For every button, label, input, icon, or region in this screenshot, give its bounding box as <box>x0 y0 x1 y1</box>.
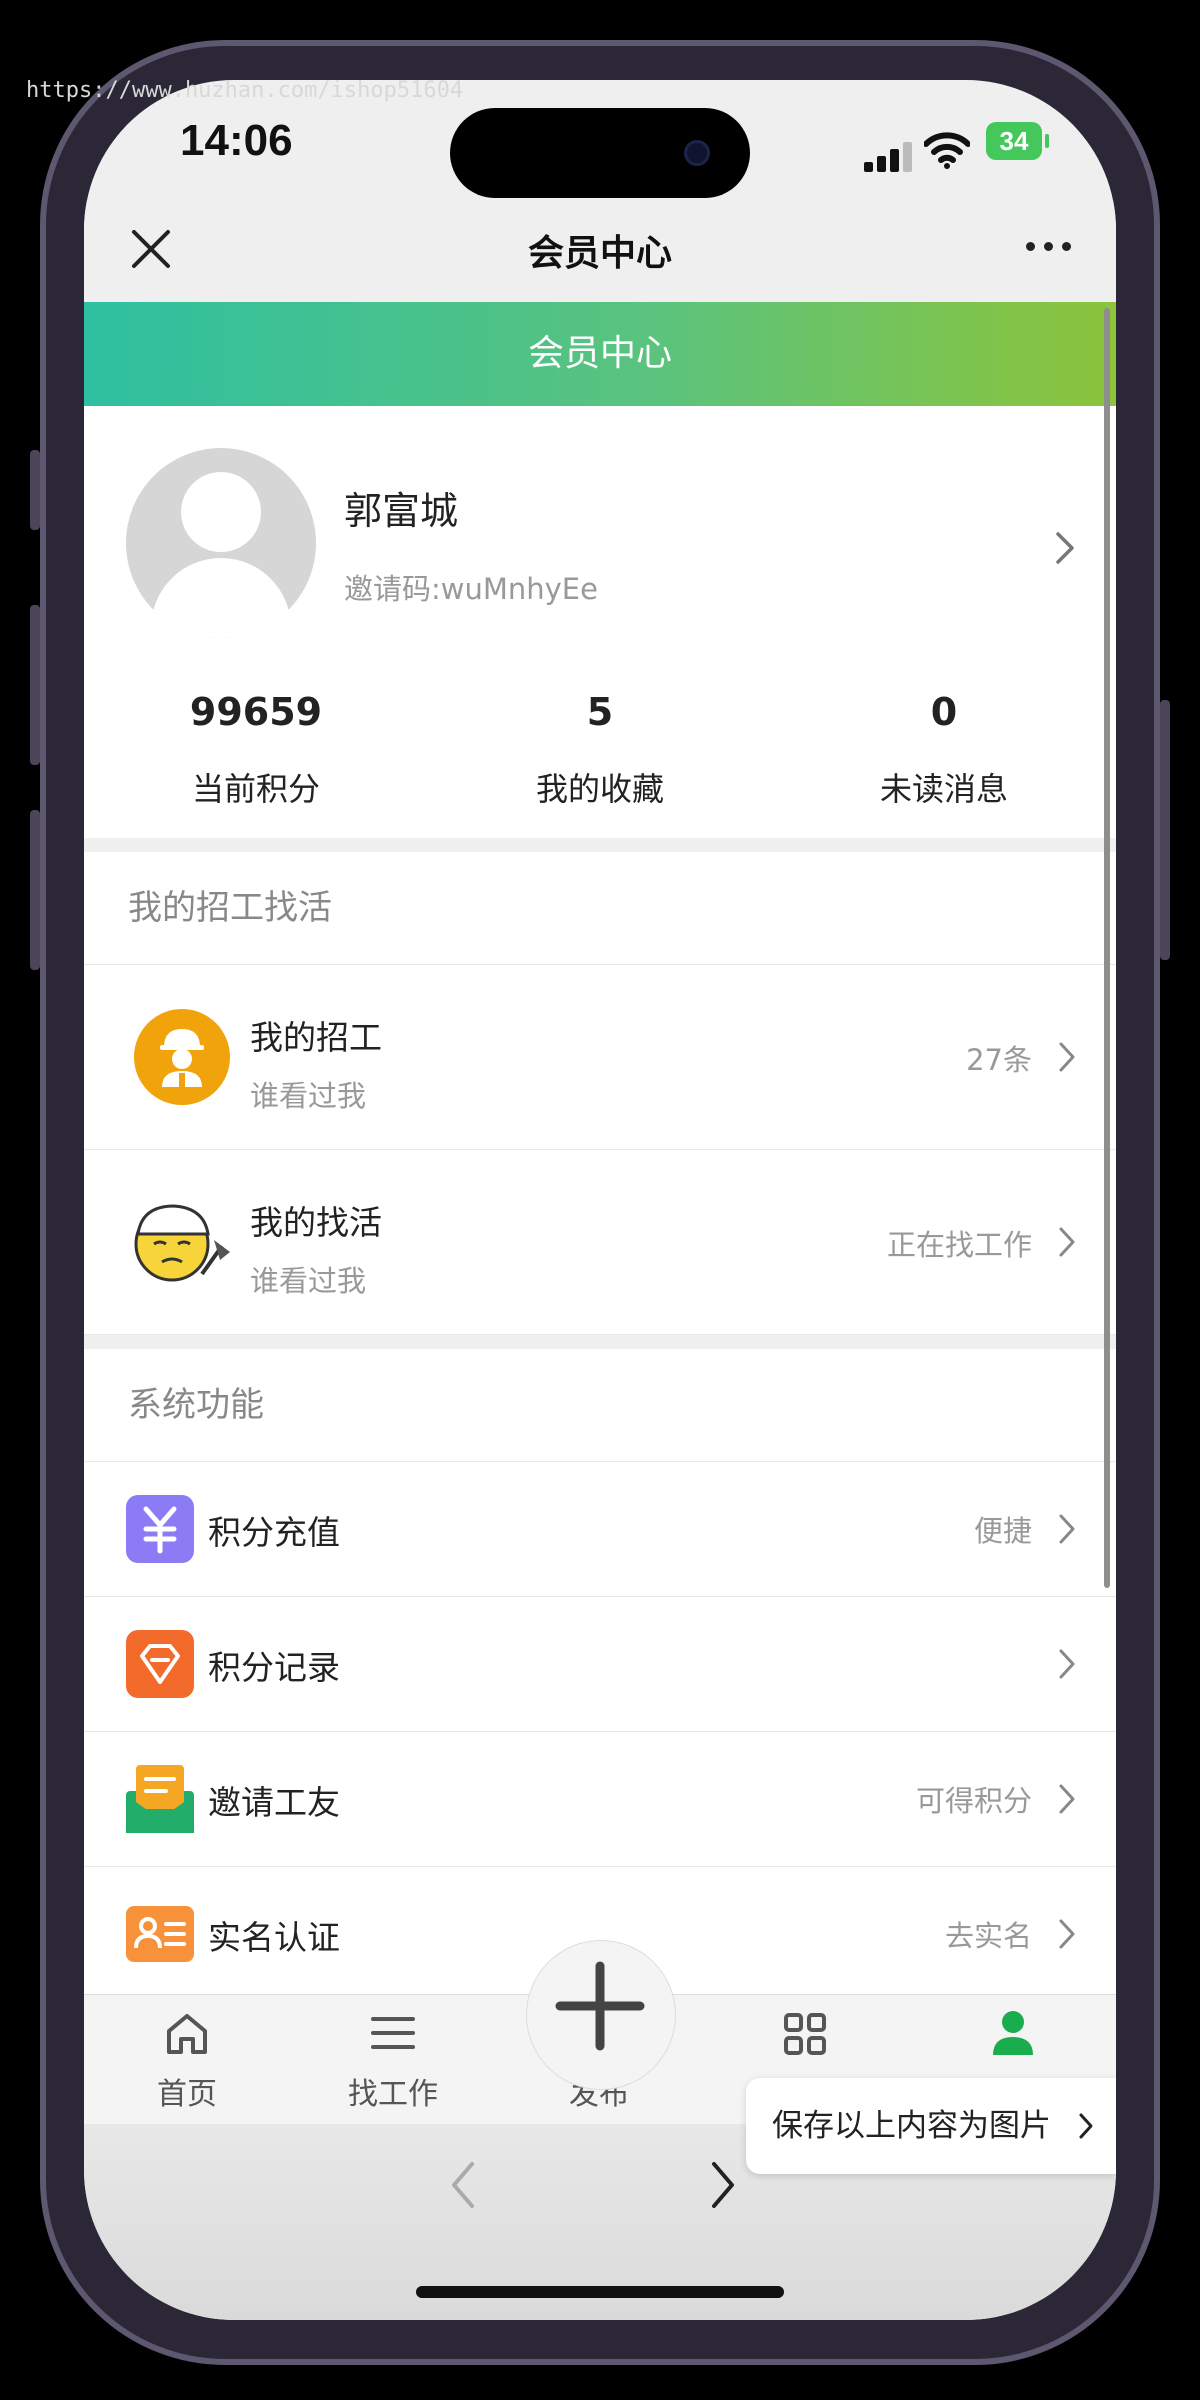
forward-chevron-icon[interactable] <box>708 2160 738 2210</box>
back-chevron-icon[interactable] <box>448 2160 478 2210</box>
watermark-url: https://www.huzhan.com/ishop51604 <box>26 78 464 103</box>
chevron-right-icon <box>1059 1514 1075 1544</box>
section-title: 我的招工找活 <box>84 852 1116 965</box>
list-item-my-job-search[interactable]: 我的找活 谁看过我 正在找工作 <box>84 1150 1116 1335</box>
envelope-icon <box>126 1765 194 1833</box>
silent-switch <box>30 450 40 530</box>
row-subtitle[interactable]: 谁看过我 <box>250 1258 366 1300</box>
more-icon[interactable] <box>1026 236 1076 256</box>
chevron-right-icon[interactable] <box>1052 528 1078 568</box>
row-value: 便捷 <box>973 1514 1032 1548</box>
status-time: 14:06 <box>180 116 293 165</box>
stat-favorites[interactable]: 5 我的收藏 <box>428 684 772 810</box>
list-item-points-history[interactable]: 积分记录 <box>84 1597 1116 1732</box>
page-title: 会员中心 <box>527 233 672 274</box>
id-card-icon <box>126 1906 194 1962</box>
list-item-my-recruitment[interactable]: 我的招工 谁看过我 27条 <box>84 965 1116 1150</box>
plus-icon[interactable] <box>554 1960 646 2052</box>
chevron-right-icon <box>1059 1227 1075 1257</box>
row-title: 积分记录 <box>208 1648 340 1687</box>
wifi-icon <box>924 132 970 169</box>
save-as-image-label: 保存以上内容为图片 <box>772 2108 1051 2144</box>
battery-level: 34 <box>999 126 1029 156</box>
save-as-image-button[interactable]: 保存以上内容为图片 <box>746 2078 1116 2174</box>
chevron-right-icon <box>1079 2113 1093 2139</box>
home-indicator[interactable] <box>416 2286 784 2298</box>
row-subtitle[interactable]: 谁看过我 <box>250 1073 366 1115</box>
volume-down-button <box>30 810 40 970</box>
profile-card[interactable]: 郭富城 邀请码:wuMnhyEe 99659 当前积分 5 我的收藏 0 未读消… <box>84 406 1116 838</box>
list-item-points-recharge[interactable]: 积分充值 便捷 <box>84 1462 1116 1597</box>
stat-value: 0 <box>930 690 958 734</box>
stats-row: 99659 当前积分 5 我的收藏 0 未读消息 <box>84 684 1116 814</box>
list-item-invite-workers[interactable]: 邀请工友 可得积分 <box>84 1732 1116 1867</box>
row-title: 我的找活 <box>250 1203 382 1242</box>
navigation-bar: 会员中心 <box>84 200 1116 302</box>
chevron-right-icon <box>1059 1649 1075 1679</box>
stat-points[interactable]: 99659 当前积分 <box>84 684 428 810</box>
worker-icon <box>134 1009 230 1105</box>
volume-up-button <box>30 605 40 765</box>
job-seeker-icon <box>134 1204 230 1282</box>
row-title: 邀请工友 <box>208 1783 340 1822</box>
home-icon <box>167 2014 207 2054</box>
grid-icon <box>784 2013 826 2055</box>
section-title: 系统功能 <box>84 1349 1116 1462</box>
avatar[interactable] <box>126 448 316 638</box>
camera-icon <box>684 140 710 166</box>
chevron-right-icon <box>1059 1042 1075 1072</box>
content-area[interactable]: 会员中心 郭富城 邀请码:wuMnhyEe 99659 当前积分 5 我的收藏 <box>84 302 1116 2002</box>
section-divider <box>84 1335 1116 1349</box>
stat-value: 99659 <box>189 690 323 734</box>
stat-value: 5 <box>586 690 614 734</box>
person-icon <box>993 2011 1033 2055</box>
scrollbar[interactable] <box>1104 308 1110 1588</box>
row-title: 实名认证 <box>208 1918 340 1957</box>
tab-find-job[interactable]: 找工作 <box>290 1995 496 2125</box>
user-name: 郭富城 <box>344 489 459 533</box>
signal-icon <box>864 140 912 172</box>
stat-label: 我的收藏 <box>535 770 664 808</box>
section-divider <box>84 838 1116 852</box>
chevron-right-icon <box>1059 1919 1075 1949</box>
stat-unread-messages[interactable]: 0 未读消息 <box>772 684 1116 810</box>
row-value: 可得积分 <box>915 1784 1032 1818</box>
tab-home[interactable]: 首页 <box>84 1995 290 2125</box>
tab-label: 找工作 <box>348 2077 438 2112</box>
diamond-icon <box>126 1630 194 1698</box>
dynamic-island <box>450 108 750 198</box>
stat-label: 当前积分 <box>191 770 320 808</box>
stat-label: 未读消息 <box>879 770 1008 808</box>
battery-icon: 34 <box>986 122 1049 160</box>
row-value: 正在找工作 <box>886 1228 1032 1262</box>
yen-icon <box>126 1495 194 1563</box>
row-value: 27条 <box>966 1043 1032 1077</box>
tab-label: 首页 <box>157 2077 217 2112</box>
phone-screen: 14:06 34 会员中心 会员中心 郭富城 邀请码:wuMnhyEe 9965… <box>84 80 1116 2320</box>
row-title: 我的招工 <box>250 1018 382 1057</box>
power-button <box>1160 700 1170 960</box>
list-icon <box>371 2017 415 2049</box>
member-banner: 会员中心 <box>84 302 1116 406</box>
row-value: 去实名 <box>944 1919 1032 1953</box>
jobs-section: 我的招工找活 我的招工 谁看过我 27条 我的找活 谁看过我 正在找工作 <box>84 852 1116 1335</box>
invite-code: 邀请码:wuMnhyEe <box>344 572 598 606</box>
chevron-right-icon <box>1059 1784 1075 1814</box>
system-section: 系统功能 积分充值 便捷 积分记录 邀请工友 可得积分 实名认证 去实名 <box>84 1349 1116 2002</box>
row-title: 积分充值 <box>208 1513 340 1552</box>
